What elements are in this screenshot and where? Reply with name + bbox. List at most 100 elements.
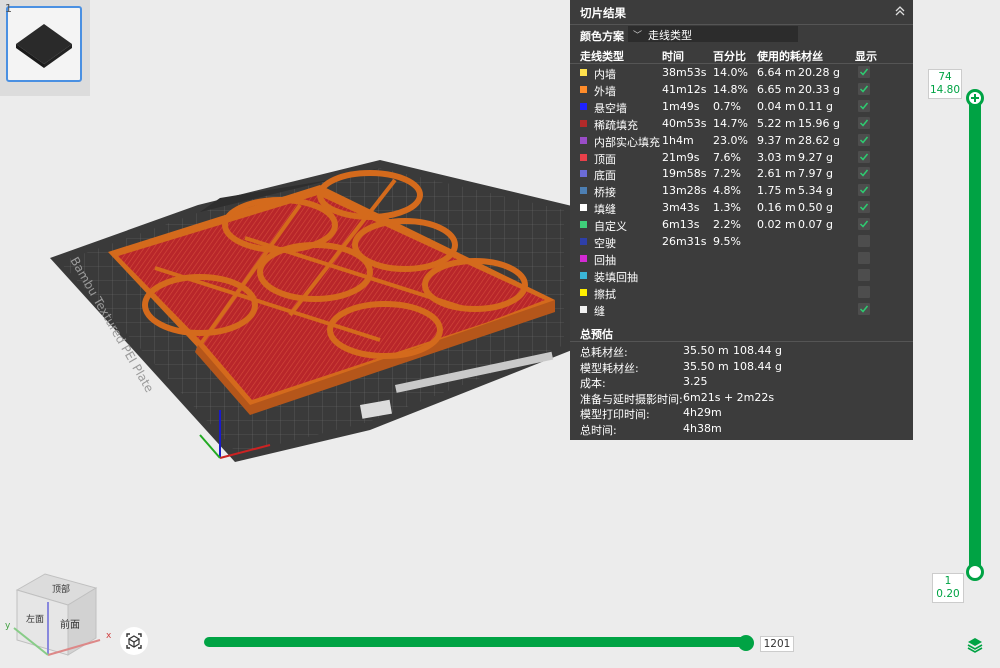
line-type-percent: 2.2% [713, 218, 741, 232]
color-scheme-value: 走线类型 [648, 29, 692, 42]
line-type-name: 悬空墙 [594, 101, 627, 115]
chevron-down-icon: ﹀ [633, 31, 643, 41]
line-type-length: 0.04 m [757, 99, 796, 113]
view-cube[interactable]: 顶部 左面 前面 x y [5, 573, 112, 656]
summary-row: 准备与延时摄影时间: 6m21s + 2m22s [580, 391, 910, 406]
color-swatch [580, 288, 587, 296]
line-type-percent: 4.8% [713, 184, 741, 198]
show-checkbox[interactable] [858, 116, 870, 129]
summary-key: 准备与延时摄影时间: [580, 392, 683, 406]
col-header-type: 走线类型 [580, 50, 624, 63]
line-type-weight: 0.11 g [798, 99, 833, 113]
show-checkbox[interactable] [858, 133, 870, 146]
show-checkbox[interactable] [858, 82, 870, 95]
plus-icon [971, 94, 979, 102]
line-type-weight: 0.50 g [798, 201, 833, 215]
layer-slider-bottom-handle[interactable] [966, 563, 984, 581]
bottom-layer-number: 1 [944, 575, 952, 587]
line-type-time: 26m31s [662, 235, 707, 248]
line-type-percent: 14.7% [713, 116, 748, 130]
line-type-percent: 14.0% [713, 66, 748, 79]
line-type-name: 回抽 [594, 253, 616, 267]
color-swatch [580, 238, 587, 245]
line-type-length: 0.16 m [757, 201, 796, 215]
line-type-name: 装填回抽 [594, 270, 638, 284]
move-slider-handle[interactable] [738, 635, 754, 651]
line-type-length: 0.02 m [757, 218, 796, 232]
col-header-filament: 使用的耗材丝 [757, 50, 823, 63]
line-type-row: 桥接 13m28s 4.8% 1.75 m 5.34 g [570, 183, 913, 200]
color-swatch [580, 187, 587, 195]
line-type-row: 稀疏填充 40m53s 14.7% 5.22 m 15.96 g [570, 116, 913, 133]
panel-title: 切片结果 [580, 6, 626, 20]
line-type-row: 回抽 [570, 251, 913, 268]
show-checkbox[interactable] [858, 99, 870, 112]
line-type-name: 桥接 [594, 186, 616, 200]
view-cube-front: 前面 [60, 618, 80, 631]
color-swatch [580, 153, 587, 161]
color-swatch [580, 170, 587, 178]
layer-slider-track[interactable] [969, 90, 981, 572]
summary-value: 3.25 [683, 375, 708, 388]
show-checkbox[interactable] [858, 235, 870, 247]
color-scheme-select[interactable]: ﹀ 走线类型 [628, 26, 798, 42]
line-type-weight: 9.27 g [798, 150, 833, 164]
summary-row: 总时间: 4h38m [580, 422, 910, 437]
move-slider-track[interactable] [204, 637, 752, 647]
color-scheme-label: 颜色方案 [580, 30, 624, 43]
show-checkbox[interactable] [858, 268, 870, 281]
line-type-time: 1m49s [662, 99, 700, 113]
bottom-layer-height: 0.20 [936, 588, 960, 600]
show-checkbox[interactable] [858, 201, 870, 214]
summary-value: 4h29m [683, 406, 722, 419]
line-type-percent: 7.2% [713, 167, 741, 181]
show-checkbox[interactable] [858, 167, 870, 180]
line-type-length: 6.64 m [757, 66, 796, 79]
line-type-time: 21m9s [662, 150, 700, 164]
check-icon [859, 85, 869, 93]
summary-key: 模型耗材丝: [580, 361, 639, 375]
line-type-time: 41m12s [662, 82, 707, 96]
plate-thumbnail[interactable] [6, 6, 82, 82]
divider [570, 341, 913, 342]
line-type-row: 内墙 38m53s 14.0% 6.64 m 20.28 g [570, 65, 913, 82]
line-type-row: 底面 19m58s 7.2% 2.61 m 7.97 g [570, 166, 913, 183]
color-swatch [580, 69, 587, 76]
summary-key: 模型打印时间: [580, 408, 650, 421]
slice-result-panel: 切片结果 颜色方案 ﹀ 走线类型 走线类型 时间 百分比 使用的耗材丝 显示 内… [570, 0, 913, 440]
show-checkbox[interactable] [858, 285, 870, 298]
check-icon [859, 203, 869, 211]
line-type-percent: 7.6% [713, 150, 741, 164]
layers-icon[interactable] [966, 636, 984, 654]
line-type-name: 空驶 [594, 237, 616, 250]
line-type-weight: 15.96 g [798, 116, 840, 130]
show-checkbox[interactable] [858, 251, 870, 264]
color-swatch [580, 136, 587, 144]
check-icon [859, 169, 869, 178]
fit-view-button[interactable] [120, 627, 148, 655]
line-type-row: 悬空墙 1m49s 0.7% 0.04 m 0.11 g [570, 99, 913, 116]
line-type-weight: 28.62 g [798, 133, 840, 147]
plate-thumbnail-panel: 1 [0, 0, 90, 96]
show-checkbox[interactable] [858, 218, 870, 231]
check-icon [859, 186, 869, 194]
line-type-percent: 0.7% [713, 99, 741, 113]
show-checkbox[interactable] [858, 150, 870, 163]
line-type-row: 空驶 26m31s 9.5% [570, 234, 913, 251]
line-type-weight: 5.34 g [798, 184, 833, 198]
summary-key: 总时间: [580, 423, 617, 437]
plate-number: 1 [5, 2, 12, 15]
collapse-icon[interactable] [893, 4, 907, 18]
line-type-weight: 20.28 g [798, 66, 840, 79]
summary-row: 成本: 3.25 [580, 375, 910, 390]
summary-key: 成本: [580, 377, 606, 390]
col-header-time: 时间 [662, 50, 684, 63]
show-checkbox[interactable] [858, 184, 870, 197]
check-icon [859, 119, 869, 127]
summary-value: 4h38m [683, 421, 722, 435]
show-checkbox[interactable] [858, 66, 870, 78]
col-header-percent: 百分比 [713, 50, 746, 63]
line-type-length: 2.61 m [757, 167, 796, 181]
layer-slider-top-handle[interactable] [966, 89, 984, 107]
show-checkbox[interactable] [858, 302, 870, 315]
